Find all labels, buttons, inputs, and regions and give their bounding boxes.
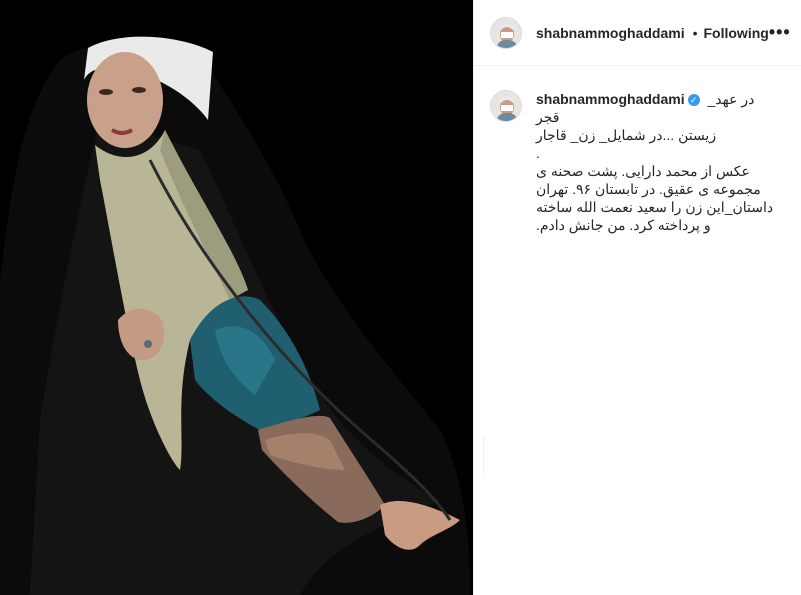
caption-line: داستان_این زن را سعید نعمت الله ساخته (536, 199, 774, 215)
caption-username[interactable]: shabnammoghaddami (536, 91, 685, 107)
following-button[interactable]: Following (704, 25, 769, 41)
avatar-icon (491, 17, 521, 48)
avatar[interactable] (490, 16, 522, 49)
divider (483, 437, 484, 477)
separator-dot: • (692, 24, 698, 41)
avatar-icon (491, 91, 521, 121)
caption-text: shabnammoghaddami ✓ در عهد_ قجر زیستن ...… (536, 90, 776, 234)
post-sidebar: shabnammoghaddami • Following ••• shabna… (473, 0, 801, 595)
woman-in-chador-photo (0, 0, 473, 595)
caption-line: و پرداخته کرد. من جانش دادم. (536, 217, 711, 233)
verified-check-icon: ✓ (687, 94, 700, 106)
caption-line: مجموعه ی عقیق. در تابستان ۹۶. تهران (536, 181, 761, 197)
caption-comment: shabnammoghaddami ✓ در عهد_ قجر زیستن ...… (474, 66, 801, 234)
caption-line: زیستن ...در شمایل_ زن_ قاجار (536, 127, 717, 143)
more-options-icon[interactable]: ••• (769, 22, 791, 43)
caption-avatar[interactable] (490, 90, 522, 122)
caption-line: عکس از محمد دارایی. پشت صحنه ی (536, 163, 750, 179)
post-photo[interactable] (0, 0, 473, 595)
instagram-post: shabnammoghaddami • Following ••• shabna… (0, 0, 801, 595)
caption-line: . (536, 145, 540, 161)
post-header: shabnammoghaddami • Following ••• (474, 0, 801, 66)
header-username[interactable]: shabnammoghaddami (536, 25, 685, 41)
